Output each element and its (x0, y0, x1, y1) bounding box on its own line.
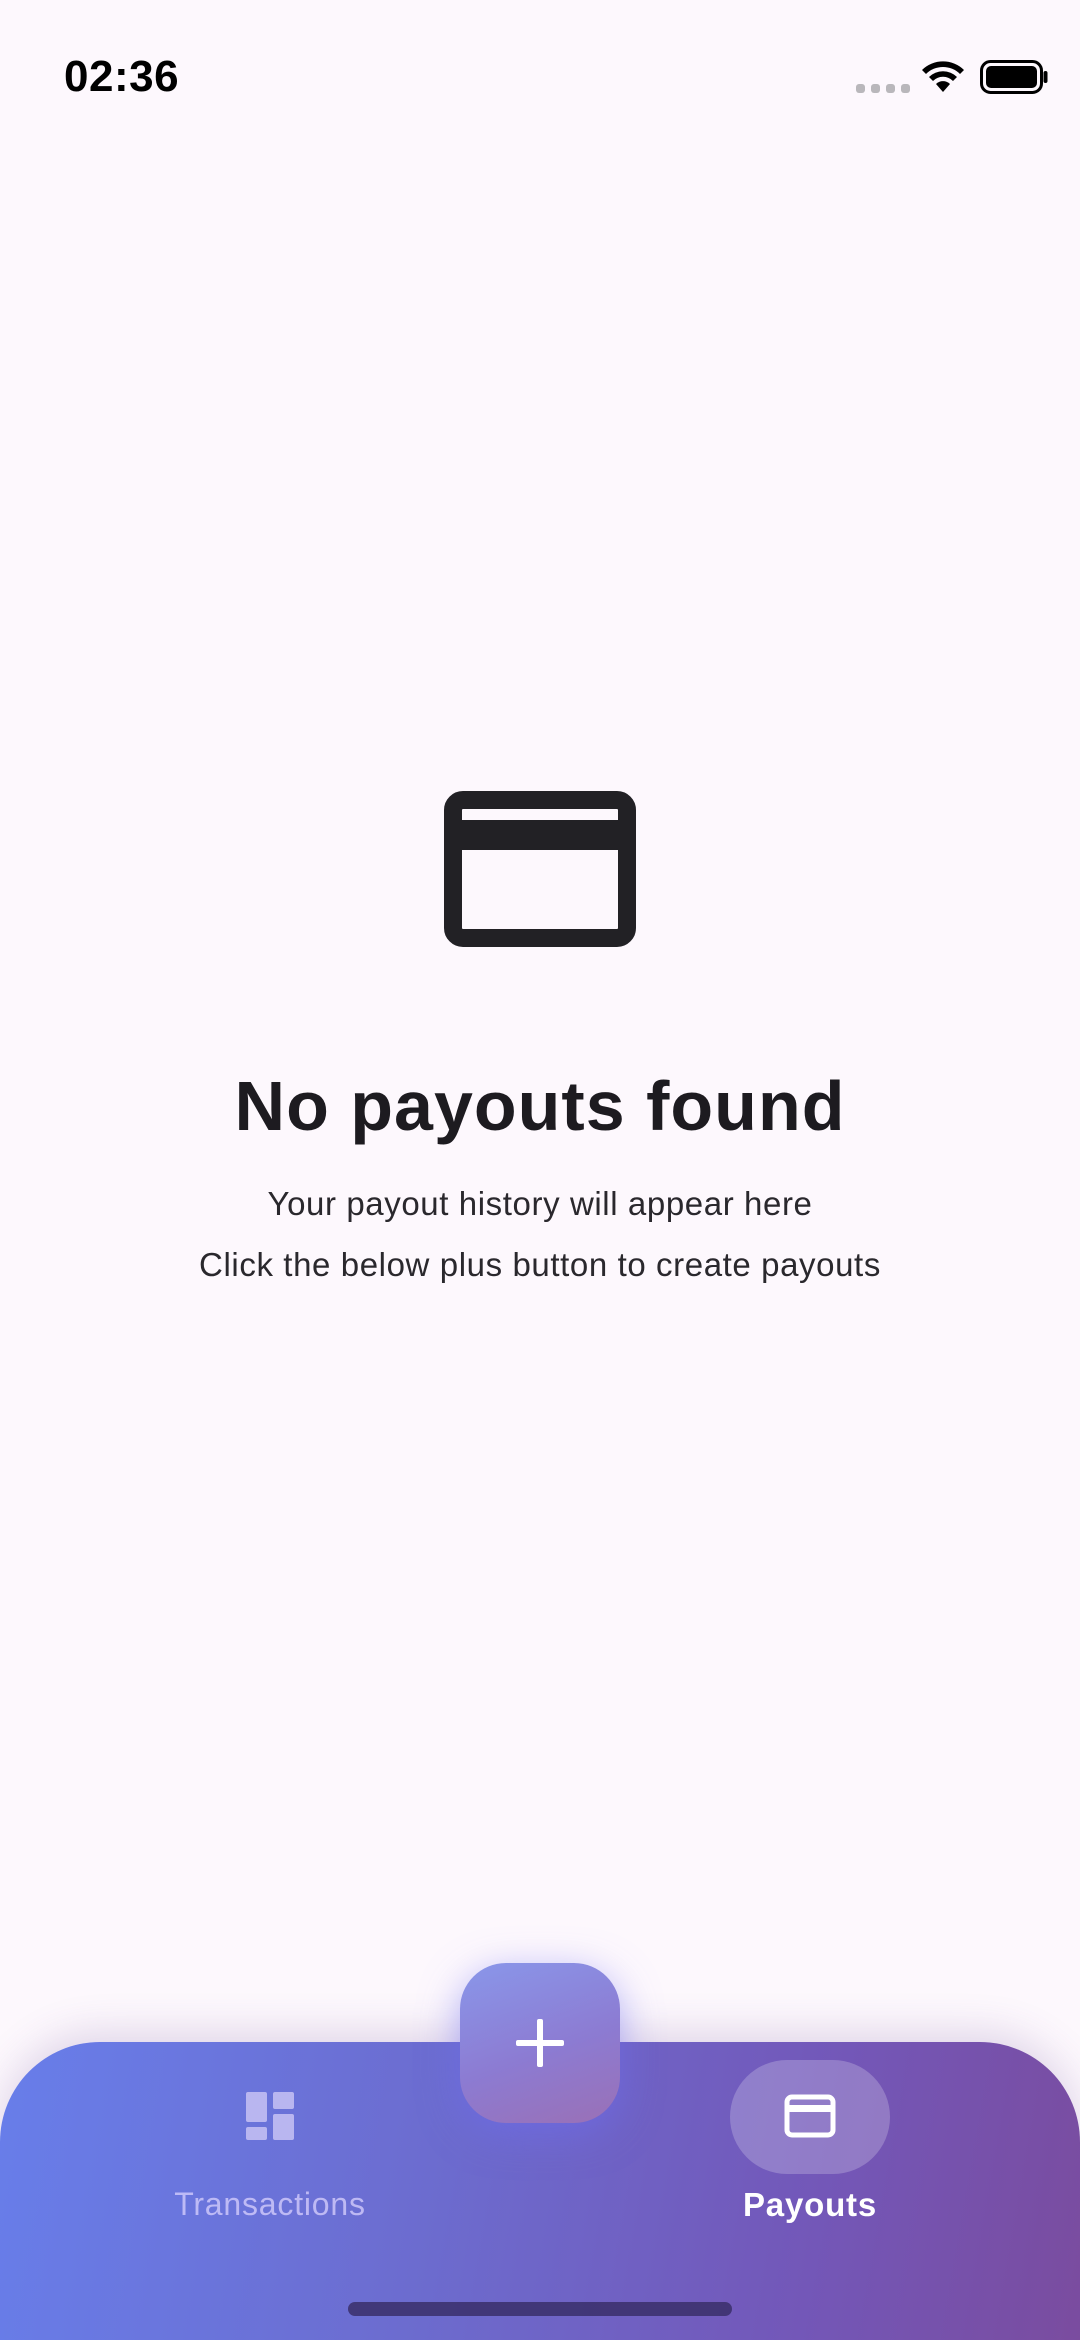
status-bar: 02:36 (0, 0, 1080, 160)
credit-card-icon (784, 2094, 836, 2138)
cellular-signal-icon (856, 84, 910, 93)
empty-state-hint: Click the below plus button to create pa… (199, 1246, 881, 1283)
nav-item-transactions[interactable]: Transactions (120, 2042, 420, 2262)
add-payout-button[interactable] (460, 1963, 620, 2123)
battery-icon (980, 60, 1048, 94)
nav-label-payouts: Payouts (743, 2186, 877, 2223)
empty-state-subtitle: Your payout history will appear here (267, 1185, 813, 1222)
nav-label-transactions: Transactions (174, 2186, 366, 2222)
nav-item-payouts[interactable]: Payouts (660, 2042, 960, 2262)
dashboard-icon (246, 2092, 294, 2140)
home-indicator[interactable] (348, 2302, 732, 2316)
wifi-icon (922, 61, 964, 92)
status-time: 02:36 (64, 52, 180, 101)
plus-icon (516, 2019, 564, 2067)
credit-card-icon (444, 791, 636, 947)
empty-state-title: No payouts found (234, 1067, 846, 1145)
empty-state: No payouts found Your payout history wil… (0, 790, 1080, 1285)
